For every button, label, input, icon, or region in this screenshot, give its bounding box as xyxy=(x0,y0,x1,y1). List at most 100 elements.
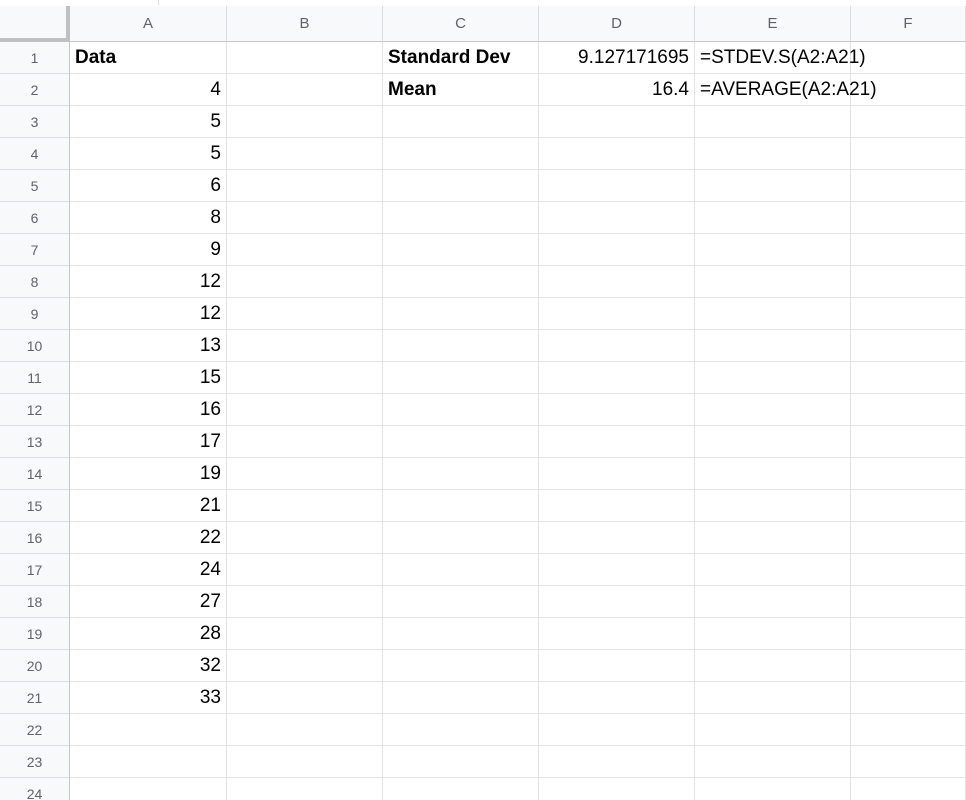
cell-c7[interactable] xyxy=(383,234,539,266)
cell-f18[interactable] xyxy=(851,586,966,618)
cell-b23[interactable] xyxy=(227,746,383,778)
row-header-18[interactable]: 18 xyxy=(0,586,70,618)
row-header-17[interactable]: 17 xyxy=(0,554,70,586)
cell-f15[interactable] xyxy=(851,490,966,522)
row-header-24[interactable]: 24 xyxy=(0,778,70,800)
cell-a8[interactable]: 12 xyxy=(70,266,227,298)
cell-e13[interactable] xyxy=(695,426,851,458)
cell-c5[interactable] xyxy=(383,170,539,202)
cell-d7[interactable] xyxy=(539,234,695,266)
cell-b18[interactable] xyxy=(227,586,383,618)
row-header-5[interactable]: 5 xyxy=(0,170,70,202)
cell-b13[interactable] xyxy=(227,426,383,458)
cell-c23[interactable] xyxy=(383,746,539,778)
cell-b7[interactable] xyxy=(227,234,383,266)
cell-c6[interactable] xyxy=(383,202,539,234)
cell-e8[interactable] xyxy=(695,266,851,298)
row-header-7[interactable]: 7 xyxy=(0,234,70,266)
cell-c17[interactable] xyxy=(383,554,539,586)
cell-d19[interactable] xyxy=(539,618,695,650)
cell-f4[interactable] xyxy=(851,138,966,170)
cell-b12[interactable] xyxy=(227,394,383,426)
cell-b10[interactable] xyxy=(227,330,383,362)
cell-d6[interactable] xyxy=(539,202,695,234)
cell-c2[interactable]: Mean xyxy=(383,74,539,106)
cell-e4[interactable] xyxy=(695,138,851,170)
cell-f19[interactable] xyxy=(851,618,966,650)
cell-b11[interactable] xyxy=(227,362,383,394)
cell-a23[interactable] xyxy=(70,746,227,778)
cell-e17[interactable] xyxy=(695,554,851,586)
cell-c8[interactable] xyxy=(383,266,539,298)
cell-b17[interactable] xyxy=(227,554,383,586)
select-all-corner[interactable] xyxy=(0,6,70,42)
cell-f13[interactable] xyxy=(851,426,966,458)
cell-d23[interactable] xyxy=(539,746,695,778)
row-header-15[interactable]: 15 xyxy=(0,490,70,522)
cell-d3[interactable] xyxy=(539,106,695,138)
cell-e12[interactable] xyxy=(695,394,851,426)
cell-e24[interactable] xyxy=(695,778,851,800)
cell-c20[interactable] xyxy=(383,650,539,682)
row-header-12[interactable]: 12 xyxy=(0,394,70,426)
cell-d17[interactable] xyxy=(539,554,695,586)
column-header-b[interactable]: B xyxy=(227,6,383,42)
cell-d5[interactable] xyxy=(539,170,695,202)
cell-b2[interactable] xyxy=(227,74,383,106)
cell-d18[interactable] xyxy=(539,586,695,618)
row-header-10[interactable]: 10 xyxy=(0,330,70,362)
cell-f12[interactable] xyxy=(851,394,966,426)
column-header-e[interactable]: E xyxy=(695,6,851,42)
spreadsheet[interactable]: ABCDEF 1 2 3 4 5 6 7 8 9 10 11 12 13 14 15 16 17 18 19 20 21… xyxy=(0,0,966,800)
cell-a18[interactable]: 27 xyxy=(70,586,227,618)
row-header-22[interactable]: 22 xyxy=(0,714,70,746)
cell-e21[interactable] xyxy=(695,682,851,714)
cell-e15[interactable] xyxy=(695,490,851,522)
cell-f8[interactable] xyxy=(851,266,966,298)
column-header-f[interactable]: F xyxy=(851,6,966,42)
cell-b21[interactable] xyxy=(227,682,383,714)
cell-d11[interactable] xyxy=(539,362,695,394)
cell-f11[interactable] xyxy=(851,362,966,394)
row-header-16[interactable]: 16 xyxy=(0,522,70,554)
cell-d15[interactable] xyxy=(539,490,695,522)
row-header-14[interactable]: 14 xyxy=(0,458,70,490)
cell-f6[interactable] xyxy=(851,202,966,234)
cell-e1[interactable]: =STDEV.S(A2:A21) xyxy=(695,42,866,74)
row-header-19[interactable]: 19 xyxy=(0,618,70,650)
cell-c21[interactable] xyxy=(383,682,539,714)
cell-d2[interactable]: 16.4 xyxy=(539,74,695,106)
cell-e2[interactable]: =AVERAGE(A2:A21) xyxy=(695,74,877,106)
cell-d20[interactable] xyxy=(539,650,695,682)
cell-b9[interactable] xyxy=(227,298,383,330)
cell-f23[interactable] xyxy=(851,746,966,778)
cell-a10[interactable]: 13 xyxy=(70,330,227,362)
cell-b20[interactable] xyxy=(227,650,383,682)
cell-b6[interactable] xyxy=(227,202,383,234)
cell-a19[interactable]: 28 xyxy=(70,618,227,650)
cell-c12[interactable] xyxy=(383,394,539,426)
cell-c9[interactable] xyxy=(383,298,539,330)
cell-d1[interactable]: 9.127171695 xyxy=(539,42,695,74)
cell-a9[interactable]: 12 xyxy=(70,298,227,330)
cell-d4[interactable] xyxy=(539,138,695,170)
cell-b15[interactable] xyxy=(227,490,383,522)
cell-a2[interactable]: 4 xyxy=(70,74,227,106)
row-header-6[interactable]: 6 xyxy=(0,202,70,234)
cell-a12[interactable]: 16 xyxy=(70,394,227,426)
cell-b4[interactable] xyxy=(227,138,383,170)
cell-a14[interactable]: 19 xyxy=(70,458,227,490)
cell-c22[interactable] xyxy=(383,714,539,746)
cell-a24[interactable] xyxy=(70,778,227,800)
cell-f9[interactable] xyxy=(851,298,966,330)
cell-d14[interactable] xyxy=(539,458,695,490)
cell-a3[interactable]: 5 xyxy=(70,106,227,138)
cell-b5[interactable] xyxy=(227,170,383,202)
cell-a5[interactable]: 6 xyxy=(70,170,227,202)
cell-c13[interactable] xyxy=(383,426,539,458)
cell-f2[interactable] xyxy=(851,74,966,106)
cell-c19[interactable] xyxy=(383,618,539,650)
cell-b19[interactable] xyxy=(227,618,383,650)
cell-e11[interactable] xyxy=(695,362,851,394)
cell-a16[interactable]: 22 xyxy=(70,522,227,554)
